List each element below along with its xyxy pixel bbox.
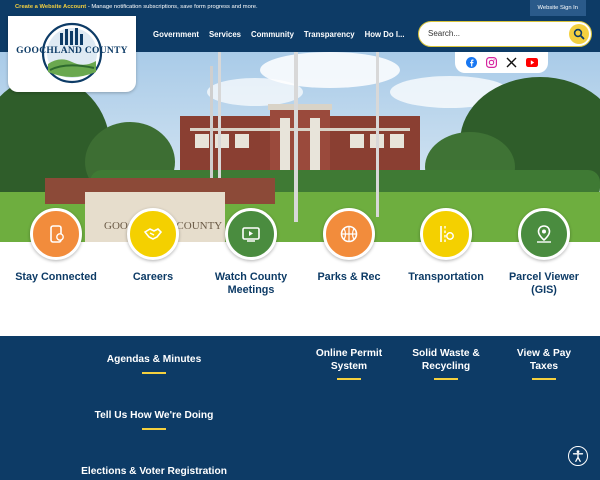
utility-bar: Create a Website Account - Manage notifi… — [0, 0, 600, 16]
tile-circle — [30, 208, 82, 260]
search-box[interactable]: Search... — [418, 21, 592, 47]
create-account-link[interactable]: Create a Website Account — [15, 4, 86, 10]
tile-careers[interactable]: Careers — [106, 208, 200, 284]
tile-parks-rec[interactable]: Parks & Rec — [302, 208, 396, 284]
featured-links: Agendas & Minutes Tell Us How We're Doin… — [0, 336, 600, 480]
link-label: View & Pay Taxes — [516, 348, 572, 372]
map-pin-icon — [537, 225, 551, 243]
link-label: Elections & Voter Registration — [81, 466, 227, 477]
tile-watch-meetings[interactable]: Watch County Meetings — [204, 208, 298, 296]
tile-circle — [518, 208, 570, 260]
link-underline — [532, 378, 556, 380]
tile-label: Transportation — [408, 271, 484, 283]
tile-transportation[interactable]: Transportation — [399, 208, 493, 284]
handshake-icon — [143, 228, 163, 240]
tile-stay-connected[interactable]: Stay Connected — [9, 208, 103, 284]
county-logo[interactable]: GOOCHLAND COUNTY — [8, 16, 136, 92]
sign-in-button[interactable]: Website Sign In — [529, 0, 586, 16]
account-promo: Create a Website Account - Manage notifi… — [15, 4, 258, 10]
link-label: Online Permit System — [315, 348, 383, 372]
link-underline — [142, 427, 166, 430]
accessibility-button[interactable] — [568, 446, 588, 466]
nav-transparency[interactable]: Transparency — [304, 30, 355, 39]
link-pay-taxes[interactable]: View & Pay Taxes — [504, 348, 584, 380]
nav-government[interactable]: Government — [153, 30, 199, 39]
tile-label: Parcel Viewer (GIS) — [508, 271, 580, 296]
x-icon[interactable] — [506, 57, 518, 69]
basketball-icon — [340, 225, 358, 243]
tile-circle — [323, 208, 375, 260]
logo-text: GOOCHLAND COUNTY — [16, 46, 128, 56]
quick-links: Stay Connected Careers Watch County Meet… — [0, 208, 600, 336]
link-underline — [434, 378, 458, 380]
instagram-icon[interactable] — [485, 57, 497, 69]
link-agendas-minutes[interactable]: Agendas & Minutes — [84, 354, 224, 374]
accessibility-icon — [572, 450, 584, 462]
link-elections[interactable]: Elections & Voter Registration — [44, 466, 264, 479]
link-underline — [337, 378, 361, 380]
link-feedback[interactable]: Tell Us How We're Doing — [64, 410, 244, 430]
promo-text: - Manage notification subscriptions, sav… — [86, 4, 258, 10]
youtube-icon[interactable] — [525, 57, 538, 69]
link-solid-waste[interactable]: Solid Waste & Recycling — [406, 348, 486, 380]
social-links — [455, 52, 548, 73]
search-button[interactable] — [569, 24, 589, 44]
tile-label: Stay Connected — [15, 271, 97, 283]
search-input[interactable]: Search... — [428, 29, 460, 38]
tile-label: Careers — [132, 271, 174, 283]
link-label: Tell Us How We're Doing — [94, 410, 214, 421]
tile-parcel-viewer[interactable]: Parcel Viewer (GIS) — [497, 208, 591, 296]
road-icon — [440, 226, 454, 242]
phone-icon — [50, 225, 64, 243]
link-label: Solid Waste & Recycling — [412, 348, 480, 372]
link-underline — [142, 371, 166, 374]
tile-circle — [225, 208, 277, 260]
facebook-icon[interactable] — [465, 57, 477, 69]
tile-label: Parks & Rec — [317, 271, 381, 283]
nav-community[interactable]: Community — [251, 30, 294, 39]
link-label: Agendas & Minutes — [106, 354, 202, 365]
tile-circle — [420, 208, 472, 260]
search-icon — [573, 28, 585, 40]
nav-services[interactable]: Services — [209, 30, 241, 39]
video-icon — [242, 227, 260, 242]
nav-how-do-i[interactable]: How Do I... — [365, 30, 405, 39]
main-nav: Government Services Community Transparen… — [153, 16, 415, 52]
tile-label: Watch County Meetings — [214, 271, 288, 296]
link-online-permit[interactable]: Online Permit System — [309, 348, 389, 380]
tile-circle — [127, 208, 179, 260]
